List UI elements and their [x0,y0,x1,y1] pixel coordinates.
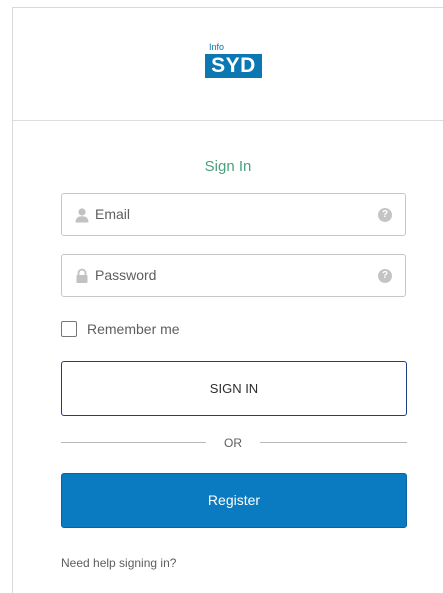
logo-small-text: Info [209,42,225,52]
password-field[interactable]: Password ? [61,254,406,297]
question-circle-icon[interactable]: ? [378,208,392,222]
card-header: Info SYD [13,8,443,121]
person-icon [75,208,89,223]
sign-in-button[interactable]: SIGN IN [61,361,407,416]
or-label: OR [206,435,260,451]
remember-me-label[interactable]: Remember me [87,321,180,337]
email-field[interactable]: Email ? [61,193,406,236]
register-button[interactable]: Register [61,473,407,528]
page-title: Sign In [204,158,252,175]
remember-me-checkbox[interactable] [61,321,77,337]
help-signing-in-link[interactable]: Need help signing in? [61,556,176,570]
logo-main-text: SYD [205,54,262,78]
logo: Info SYD [205,40,262,87]
email-placeholder: Email [95,206,131,222]
login-card: Info SYD Sign In Email ? Password ? Reme… [12,7,443,593]
lock-icon [76,268,88,283]
password-placeholder: Password [95,267,157,283]
question-circle-icon[interactable]: ? [378,269,392,283]
